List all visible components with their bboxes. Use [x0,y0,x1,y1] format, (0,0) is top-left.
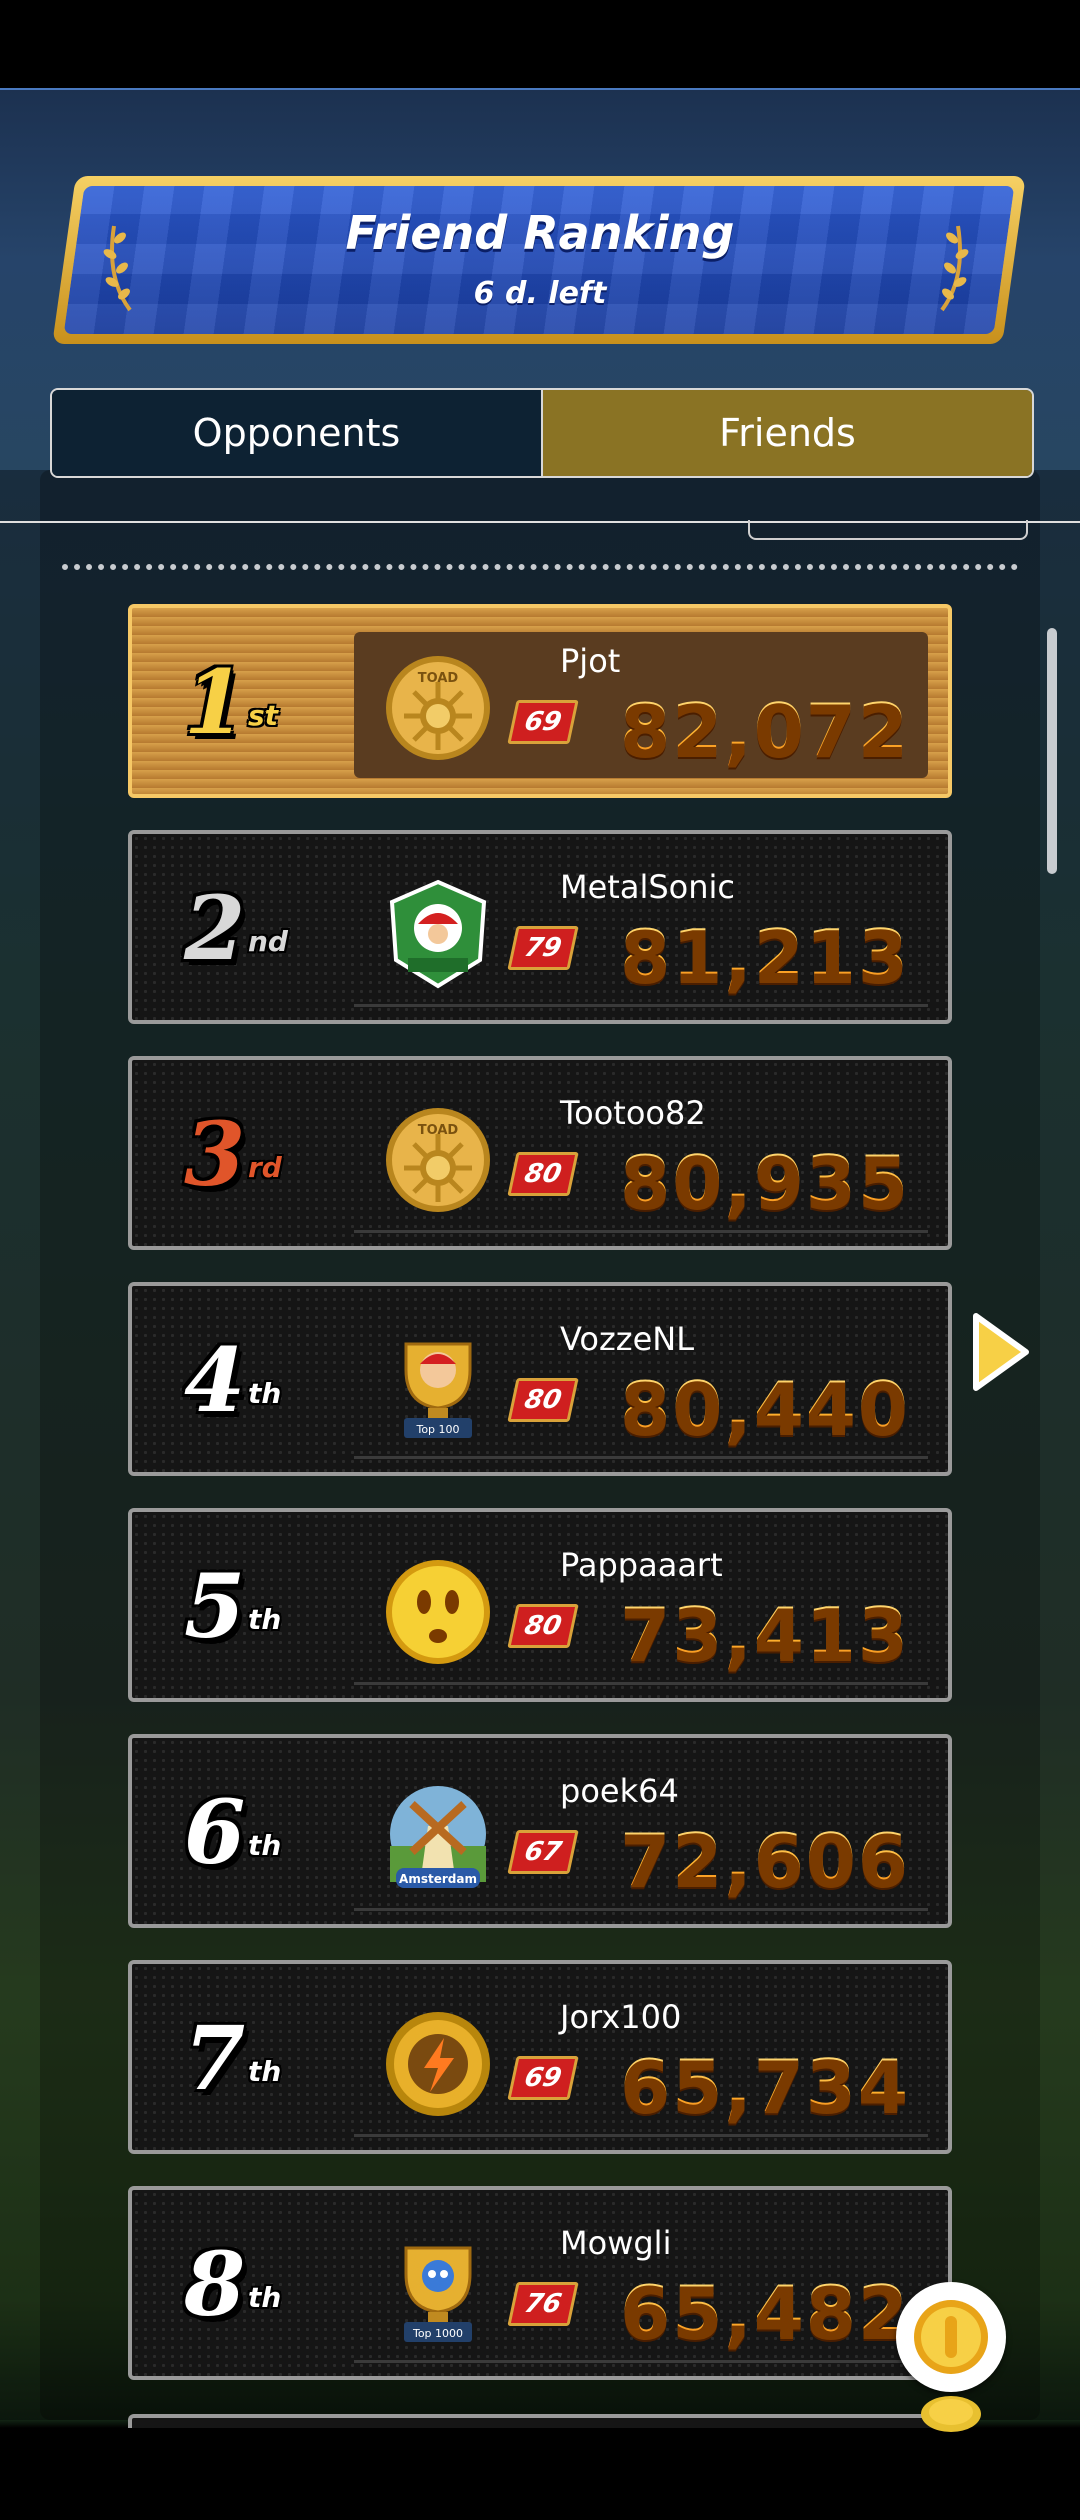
rank-suffix: nd [248,925,288,958]
rank-suffix: rd [248,1151,282,1184]
coin-stack-icon [921,2396,981,2432]
toad-harbor-badge-icon: TOAD [386,656,490,760]
mario-trophy-top100-badge-icon: Top 100 [404,1342,472,1438]
player-score: 80,440 [620,1366,910,1450]
next-card-edge [128,2414,952,2428]
player-panel: TOAD 69 Pjot 82,072 [354,632,928,778]
leaderboard-row[interactable]: 2nd 79 MetalSonic 81,213 [128,830,952,1024]
leaderboard-row[interactable]: 3rd TOAD 80 Tootoo82 80,935 [128,1056,952,1250]
player-level-badge: 69 [507,2056,579,2100]
svg-text:TOAD: TOAD [418,671,459,686]
rank-number: 2 [184,876,246,980]
page-title: Friend Ranking [345,206,735,260]
player-score: 81,213 [620,914,910,998]
top-divider [0,88,1080,90]
rank-position: 6th [184,1782,314,1882]
player-name: Pjot [560,642,621,680]
player-panel: 69 Jorx100 65,734 [354,1988,928,2137]
player-name: Tootoo82 [560,1094,706,1132]
player-panel: Top 100 80 VozzeNL 80,440 [354,1310,928,1459]
rank-number: 1 [184,650,246,754]
player-level-badge: 67 [507,1830,579,1874]
toad-harbor-badge-icon: TOAD [386,1108,490,1212]
leaderboard-row[interactable]: 7th 69 Jorx100 65,734 [128,1960,952,2154]
rank-number: 8 [184,2232,246,2336]
rank-suffix: th [248,1603,282,1636]
player-level-badge: 79 [507,926,579,970]
trophy-top1000-badge-icon: Top 1000 [404,2246,472,2342]
rank-number: 5 [184,1554,246,1658]
player-score: 80,935 [620,1140,910,1224]
rank-position: 8th [184,2234,314,2334]
player-panel: 79 MetalSonic 81,213 [354,858,928,1007]
rank-position: 2nd [184,878,314,978]
rank-suffix: th [248,1377,282,1410]
rank-suffix: th [248,2055,282,2088]
rank-suffix: th [248,1829,282,1862]
rank-position: 1st [184,652,314,752]
leaderboard-row[interactable]: 5th 80 Pappaaart 73,413 [128,1508,952,1702]
coin-icon [914,2300,988,2374]
lightning-coin-badge-icon [386,2012,490,2116]
player-level-badge: 80 [507,1152,579,1196]
dotted-separator [62,564,1018,570]
mario-crest-badge-icon [389,879,487,989]
ranking-tabs: Opponents Friends [50,388,1034,478]
leaderboard-row[interactable]: 6th Amsterdam 67 poek64 72,606 [128,1734,952,1928]
leaderboard-row[interactable]: 4th Top 100 80 VozzeNL 80,440 [128,1282,952,1476]
rank-position: 5th [184,1556,314,1656]
ranking-banner [52,176,1026,344]
player-name: MetalSonic [560,868,735,906]
rank-position: 3rd [184,1104,314,1204]
time-remaining: 6 d. left [473,276,607,311]
player-score: 65,482 [620,2270,910,2354]
coin-button[interactable] [896,2282,1006,2392]
player-name: Pappaaart [560,1546,723,1584]
leaderboard-row[interactable]: 1st TOAD 69 Pjot 82,072 [128,604,952,798]
player-score: 72,606 [620,1818,910,1902]
rank-number: 4 [184,1328,246,1432]
shy-guy-face-badge-icon [386,1560,490,1664]
player-name: poek64 [560,1772,679,1810]
rank-number: 3 [184,1102,246,1206]
next-arrow-icon[interactable] [968,1310,1032,1394]
player-level-badge: 80 [507,1378,579,1422]
player-name: Jorx100 [560,1998,682,2036]
rank-number: 6 [184,1780,246,1884]
player-level-badge: 80 [507,1604,579,1648]
player-panel: Top 1000 76 Mowgli 65,482 [354,2214,928,2363]
player-name: Mowgli [560,2224,672,2262]
player-panel: TOAD 80 Tootoo82 80,935 [354,1084,928,1233]
svg-text:Top 1000: Top 1000 [412,2327,463,2340]
player-level-badge: 69 [507,700,579,744]
player-panel: 80 Pappaaart 73,413 [354,1536,928,1685]
rank-number: 7 [184,2006,246,2110]
player-score: 73,413 [620,1592,910,1676]
player-name: VozzeNL [560,1320,695,1358]
tab-opponents[interactable]: Opponents [52,390,543,476]
rank-suffix: st [248,699,279,732]
tab-friends[interactable]: Friends [543,390,1032,476]
leaderboard-row[interactable]: 8th Top 1000 76 Mowgli 65,482 [128,2186,952,2380]
svg-text:Top 100: Top 100 [415,1423,459,1436]
player-level-badge: 76 [507,2282,579,2326]
hidden-button-edge [748,520,1028,540]
player-score: 82,072 [620,688,910,772]
player-panel: Amsterdam 67 poek64 72,606 [354,1762,928,1911]
scrollbar[interactable] [1047,628,1057,874]
amsterdam-windmill-badge-icon: Amsterdam [390,1786,486,1888]
svg-text:Amsterdam: Amsterdam [399,1872,477,1886]
game-screen: Friend Ranking 6 d. left Opponents Frien… [0,0,1080,2520]
svg-text:TOAD: TOAD [418,1123,459,1138]
rank-position: 7th [184,2008,314,2108]
player-score: 65,734 [620,2044,910,2128]
rank-suffix: th [248,2281,282,2314]
rank-position: 4th [184,1330,314,1430]
